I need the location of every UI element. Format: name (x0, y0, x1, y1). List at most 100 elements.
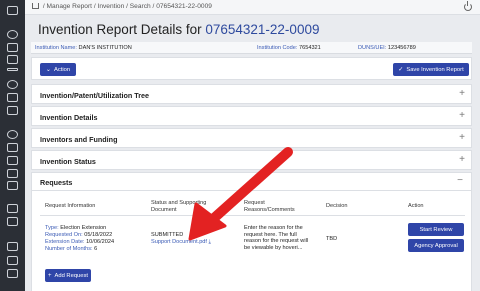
briefcase-icon[interactable] (7, 269, 18, 278)
page-title-prefix: Invention Report Details for (38, 22, 202, 37)
column-header-status-line: Status and Supporting (151, 200, 207, 206)
breadcrumb-item: 07654321-22-0009 (156, 3, 212, 10)
extension-date-label: Extension Date: (45, 239, 85, 245)
plus-icon: + (47, 272, 52, 279)
request-type-label: Type: (45, 225, 59, 231)
home-icon[interactable] (7, 6, 18, 15)
section-invention-status[interactable]: Invention Status + (31, 150, 472, 170)
globe-icon[interactable] (7, 80, 18, 89)
add-request-label: Add Request (54, 272, 89, 279)
calendar-icon[interactable] (7, 93, 18, 102)
institution-name-value: DAN'S INSTITUTION (78, 45, 132, 51)
reasons-line: Enter the reason for the (244, 225, 303, 231)
institution-code-label: Institution Code: (257, 45, 298, 51)
grid-icon[interactable] (7, 169, 18, 178)
document-icon[interactable] (7, 143, 18, 152)
request-reasons: Enter the reason for the request here. T… (244, 225, 308, 251)
breadcrumb: / Manage Report / Invention / Search / 0… (32, 3, 212, 10)
mail-icon[interactable] (7, 55, 18, 64)
institution-code: Institution Code: 7654321 (257, 45, 321, 51)
request-extension-date: Extension Date: 10/06/2024 (45, 239, 114, 246)
requested-on-label: Requested On: (45, 232, 83, 238)
breadcrumb-item[interactable]: Manage Report (47, 3, 92, 10)
breadcrumb-item[interactable]: Invention (97, 3, 124, 10)
save-invention-report-button[interactable]: ✓ Save Invention Report (393, 63, 469, 76)
extension-date-value: 10/06/2024 (86, 239, 115, 245)
save-button-label: Save Invention Report (406, 66, 464, 73)
request-type-value: Election Extension (60, 225, 107, 231)
reasons-line: reason for the request will (244, 238, 309, 245)
column-header-reasons-line: Reasons/Comments (244, 207, 295, 213)
agency-approval-label: Agency Approval (414, 242, 458, 249)
top-bar: / Manage Report / Invention / Search / 0… (25, 0, 480, 15)
expand-icon[interactable]: + (459, 88, 465, 99)
section-invention-details[interactable]: Invention Details + (31, 106, 472, 126)
column-header-decision: Decision (326, 203, 348, 209)
support-document-label[interactable]: Support Document.pdf (151, 239, 207, 245)
print-icon[interactable] (7, 256, 18, 265)
page-title-number: 07654321-22-0009 (205, 22, 320, 37)
divider (32, 190, 471, 191)
section-utilization-tree[interactable]: Invention/Patent/Utilization Tree + (31, 84, 472, 104)
globe-icon-2[interactable] (7, 130, 18, 139)
bell-icon[interactable] (7, 30, 18, 39)
chevron-down-icon: ⌄ (45, 67, 51, 73)
section-label: Inventors and Funding (40, 135, 118, 144)
institution-info-bar: Institution Name: DAN'S INSTITUTION Inst… (31, 42, 472, 54)
support-document-link[interactable]: Support Document.pdf ⤓ (151, 239, 211, 246)
institution-name: Institution Name: DAN'S INSTITUTION (35, 45, 132, 51)
file-icon[interactable] (7, 217, 18, 226)
status-badge: SUBMITTED (151, 232, 184, 238)
add-request-button[interactable]: + Add Request (45, 269, 91, 282)
column-header-action: Action (408, 203, 424, 209)
upload-icon[interactable] (7, 242, 18, 251)
expand-icon[interactable]: + (459, 154, 465, 165)
months-label: Number of Months: (45, 246, 93, 252)
chart-icon[interactable] (7, 106, 18, 115)
requests-panel: Requests − Request Information Status an… (31, 172, 472, 291)
column-header-status: Status and Supporting Document (151, 200, 206, 214)
section-inventors-funding[interactable]: Inventors and Funding + (31, 128, 472, 148)
action-button-label: Action (53, 66, 71, 73)
breadcrumb-item[interactable]: Search (130, 3, 151, 10)
request-requested-on: Requested On: 05/18/2022 (45, 232, 112, 239)
collapse-icon[interactable]: − (457, 175, 463, 186)
institution-code-value: 7654321 (299, 45, 321, 51)
action-button[interactable]: ⌄ Action (40, 63, 76, 76)
expand-icon[interactable]: + (459, 110, 465, 121)
column-header-status-line: Document (151, 207, 177, 213)
download-icon[interactable]: ⤓ (209, 239, 211, 245)
start-review-label: Start Review (419, 226, 453, 233)
duns-label: DUNS/UEI: (358, 45, 387, 51)
requests-title: Requests (40, 178, 73, 187)
request-number-of-months: Number of Months: 6 (45, 246, 97, 253)
minus-icon[interactable] (7, 68, 18, 71)
list-icon[interactable] (7, 181, 18, 190)
reasons-line: request here. The full (244, 231, 297, 238)
header-divider (40, 215, 465, 216)
request-type: Type: Election Extension (45, 225, 106, 232)
institution-name-label: Institution Name: (35, 45, 77, 51)
home-crumb-icon[interactable] (32, 3, 39, 9)
requested-on-value: 05/18/2022 (84, 232, 113, 238)
request-decision: TBD (326, 236, 338, 242)
column-header-reasons: Request Reasons/Comments (244, 200, 295, 214)
section-label: Invention/Patent/Utilization Tree (40, 91, 150, 100)
action-bar: ⌄ Action ✓ Save Invention Report (31, 57, 472, 80)
page-icon[interactable] (7, 204, 18, 213)
section-label: Invention Status (40, 157, 96, 166)
page-title: Invention Report Details for 07654321-22… (38, 22, 319, 37)
column-header-reasons-line: Request (244, 200, 265, 206)
reasons-line: be viewable by hoveri... (244, 244, 303, 251)
agency-approval-button[interactable]: Agency Approval (408, 239, 464, 252)
months-value: 6 (94, 246, 98, 252)
left-nav-rail (0, 0, 25, 291)
expand-icon[interactable]: + (459, 132, 465, 143)
clipboard-icon[interactable] (7, 156, 18, 165)
column-header-info: Request Information (45, 203, 96, 209)
section-label: Invention Details (40, 113, 98, 122)
start-review-button[interactable]: Start Review (408, 223, 464, 236)
duns-value: 123456789 (387, 45, 416, 51)
power-icon[interactable] (464, 1, 472, 11)
folder-icon[interactable] (7, 43, 18, 52)
